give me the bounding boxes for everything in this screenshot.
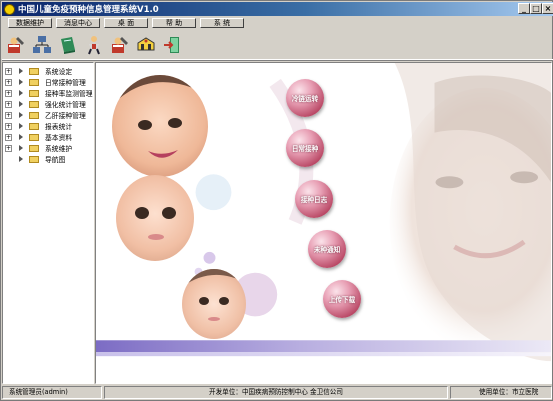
person-icon bbox=[87, 35, 100, 54]
tree-item-label: 导航图 bbox=[45, 156, 66, 164]
expand-icon[interactable]: + bbox=[5, 133, 12, 141]
tree-item-label: 系统维护 bbox=[45, 145, 73, 153]
expand-icon[interactable]: + bbox=[5, 122, 12, 130]
tree-item-basic-data[interactable]: + 基本资料 bbox=[5, 132, 72, 142]
status-user-unit: 使用单位：市立医院 bbox=[450, 386, 552, 399]
arrow-icon bbox=[19, 68, 23, 74]
menu-help[interactable]: 帮 助 bbox=[152, 17, 196, 28]
close-button[interactable]: × bbox=[542, 3, 553, 14]
tool-user-edit-button-2[interactable] bbox=[108, 33, 131, 57]
folder-icon bbox=[29, 122, 39, 130]
status-user: 系统管理员(admin) bbox=[2, 386, 102, 399]
baby-photo-1 bbox=[112, 75, 208, 177]
minimize-button[interactable]: _ bbox=[518, 3, 530, 14]
expand-icon[interactable]: + bbox=[5, 111, 12, 119]
tree-item-navigation-map[interactable]: 导航图 bbox=[5, 154, 65, 164]
tree-item-label: 强化统计管理 bbox=[45, 101, 86, 109]
tree-item-system-maintenance[interactable]: + 系统维护 bbox=[5, 143, 72, 153]
menu-bar: 数据维护 消息中心 桌 面 帮 助 系 统 bbox=[2, 16, 553, 29]
tree-item-label: 乙肝接种管理 bbox=[45, 112, 86, 120]
arrow-icon bbox=[19, 123, 23, 129]
tree-item-coverage-monitoring[interactable]: + 接种率监测管理 bbox=[5, 88, 93, 98]
status-developer: 开发单位：中国疾病预防控制中心 金卫信公司 bbox=[104, 386, 448, 399]
book-icon bbox=[60, 36, 75, 54]
tree-item-hepatitis-b[interactable]: + 乙肝接种管理 bbox=[5, 110, 86, 120]
vehicle-icon bbox=[137, 36, 154, 50]
tree-item-system-settings[interactable]: + 系统设定 bbox=[5, 66, 72, 76]
baby-photo-2 bbox=[116, 175, 194, 261]
nav-vaccination-log-button[interactable]: 接种日志 bbox=[295, 180, 333, 218]
folder-icon bbox=[29, 78, 39, 86]
network-icon bbox=[32, 35, 51, 53]
window-title: 中国儿童免疫预种信息管理系统V1.0 bbox=[18, 5, 159, 15]
expand-placeholder bbox=[5, 155, 12, 163]
arrow-icon bbox=[19, 145, 23, 151]
app-icon bbox=[4, 3, 15, 15]
expand-icon[interactable]: + bbox=[5, 89, 12, 97]
exit-icon bbox=[163, 36, 179, 53]
tree-item-daily-vaccination[interactable]: + 日常接种管理 bbox=[5, 77, 86, 87]
nav-cold-chain-button[interactable]: 冷链运转 bbox=[286, 79, 324, 117]
arrow-icon bbox=[19, 90, 23, 96]
nav-upload-download-button[interactable]: 上传下载 bbox=[323, 280, 361, 318]
folder-icon bbox=[29, 133, 39, 141]
folder-icon bbox=[29, 100, 39, 108]
folder-icon bbox=[29, 144, 39, 152]
menu-desktop[interactable]: 桌 面 bbox=[104, 17, 148, 28]
maximize-button[interactable]: □ bbox=[530, 3, 542, 14]
folder-icon bbox=[29, 111, 39, 119]
tool-person-button[interactable] bbox=[82, 33, 105, 57]
tree-item-report-stats[interactable]: + 报表统计 bbox=[5, 121, 72, 131]
arrow-icon bbox=[19, 134, 23, 140]
tree-item-label: 报表统计 bbox=[45, 123, 73, 131]
user-edit-icon-2 bbox=[111, 36, 128, 53]
tree-item-label: 接种率监测管理 bbox=[45, 90, 93, 98]
menu-system[interactable]: 系 统 bbox=[200, 17, 244, 28]
navigation-tree: + 系统设定 + 日常接种管理 + 接种率监测管理 + 强化统计管理 + 乙肝接种管理 +… bbox=[2, 62, 94, 384]
tree-item-label: 日常接种管理 bbox=[45, 79, 86, 87]
nav-daily-vaccination-button[interactable]: 日常接种 bbox=[286, 129, 324, 167]
user-edit-icon bbox=[7, 36, 24, 53]
expand-icon[interactable]: + bbox=[5, 67, 12, 75]
expand-icon[interactable]: + bbox=[5, 78, 12, 86]
arrow-icon bbox=[19, 112, 23, 118]
arrow-icon bbox=[19, 79, 23, 85]
folder-icon bbox=[29, 67, 39, 75]
desktop-panel: 冷链运转 日常接种 接种日志 未种通知 上传下载 bbox=[95, 62, 552, 384]
menu-message-center[interactable]: 消息中心 bbox=[56, 17, 100, 28]
baby-photo-3 bbox=[182, 269, 246, 339]
toolbar bbox=[2, 30, 553, 60]
folder-icon bbox=[29, 89, 39, 97]
tool-exit-button[interactable] bbox=[160, 33, 183, 57]
tool-vehicle-button[interactable] bbox=[134, 33, 157, 57]
tool-network-button[interactable] bbox=[30, 33, 53, 57]
title-bar: 中国儿童免疫预种信息管理系统V1.0 _ □ × bbox=[2, 2, 553, 16]
menu-data-maintenance[interactable]: 数据维护 bbox=[8, 17, 52, 28]
status-bar: 系统管理员(admin) 开发单位：中国疾病预防控制中心 金卫信公司 使用单位：… bbox=[2, 386, 553, 400]
tool-user-edit-button[interactable] bbox=[4, 33, 27, 57]
tool-book-button[interactable] bbox=[56, 33, 79, 57]
expand-icon[interactable]: + bbox=[5, 144, 12, 152]
arrow-icon bbox=[19, 156, 23, 162]
arrow-icon bbox=[19, 101, 23, 107]
expand-icon[interactable]: + bbox=[5, 100, 12, 108]
tree-item-label: 系统设定 bbox=[45, 68, 73, 76]
folder-icon bbox=[29, 155, 39, 163]
nav-missed-notice-button[interactable]: 未种通知 bbox=[308, 230, 346, 268]
tree-item-label: 基本资料 bbox=[45, 134, 73, 142]
main-window: 中国儿童免疫预种信息管理系统V1.0 _ □ × 数据维护 消息中心 桌 面 帮… bbox=[0, 0, 553, 401]
tree-item-intensified-stats[interactable]: + 强化统计管理 bbox=[5, 99, 86, 109]
